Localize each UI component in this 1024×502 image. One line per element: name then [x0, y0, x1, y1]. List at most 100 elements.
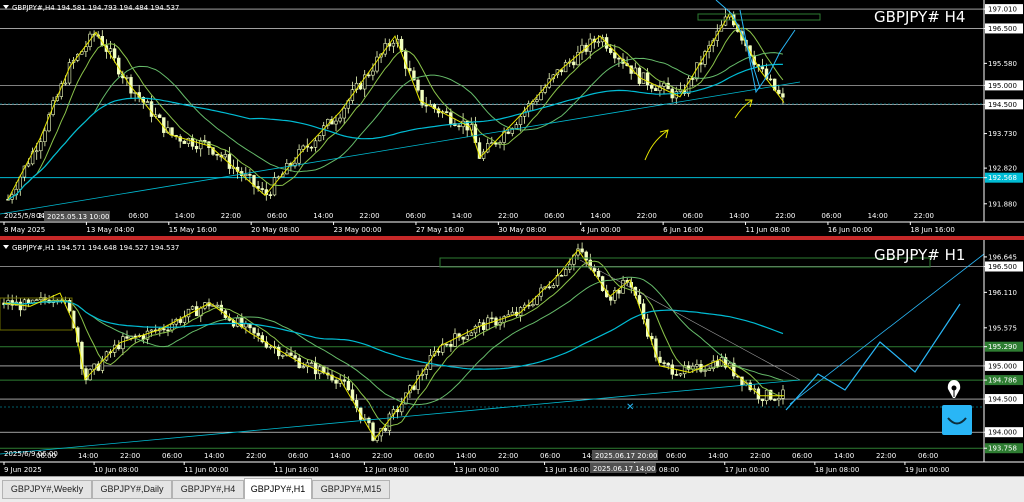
- price-axis-label: 195.000: [988, 82, 1017, 90]
- candle-body: [654, 88, 658, 92]
- ma-mid-line: [3, 276, 784, 406]
- price-axis-label: 196.645: [988, 253, 1017, 261]
- time-axis-label: 23 May 00:00: [334, 226, 382, 234]
- h1-drawings: ✕: [0, 253, 985, 455]
- h1-trend-line: [0, 379, 801, 455]
- h1-projection-path: [785, 303, 961, 411]
- candle-body: [178, 319, 182, 323]
- candle-body: [506, 131, 510, 134]
- h1-big-title: GBPJPY# H1: [874, 246, 965, 264]
- candle-body: [637, 295, 642, 305]
- h4-collapse-icon[interactable]: [3, 5, 9, 9]
- price-axis-label: 193.758: [988, 445, 1017, 453]
- candle-body: [125, 336, 129, 339]
- candle-body: [18, 176, 22, 190]
- chart-h4-canvas[interactable]: 04:0022:0006:0014:0022:0006:0014:0022:00…: [0, 0, 1024, 236]
- price-axis-label: 195.000: [988, 362, 1017, 370]
- price-axis-label: 195.580: [988, 60, 1017, 68]
- candle-body: [445, 343, 449, 346]
- candle-body: [367, 74, 371, 77]
- candle-body: [34, 150, 39, 153]
- time-axis-label: 30 May 08:00: [498, 226, 546, 234]
- candle-body: [645, 72, 650, 86]
- h4-date-marker-left: 2025/5/8 22: [4, 212, 47, 220]
- candle-body: [289, 352, 293, 356]
- candle-body: [678, 373, 683, 376]
- candle-body: [518, 116, 523, 125]
- candle-body: [457, 125, 461, 128]
- candle-body: [703, 370, 707, 372]
- grid-time-label: 22:00: [775, 212, 795, 220]
- candle-body: [670, 364, 675, 375]
- tab-gbpjpy-m15[interactable]: GBPJPY#,M15: [312, 480, 390, 499]
- grid-time-label: 22:00: [221, 212, 241, 220]
- grid-time-label: 06:00: [267, 212, 287, 220]
- price-axis-label: 194.786: [988, 377, 1017, 385]
- tab-gbpjpy-h1[interactable]: GBPJPY#,H1: [244, 478, 312, 499]
- candle-body: [268, 194, 273, 196]
- tab-gbpjpy-h4[interactable]: GBPJPY#,H4: [172, 480, 244, 499]
- grid-time-label: 22:00: [359, 212, 379, 220]
- candle-body: [63, 82, 68, 85]
- grid-time-label: 06:00: [540, 452, 560, 460]
- candle-body: [223, 154, 227, 158]
- candle-body: [30, 299, 35, 303]
- ma-fast-line: [3, 260, 783, 427]
- candle-body: [313, 140, 318, 148]
- time-axis-label: 9 Jun 2025: [4, 466, 42, 474]
- candle-body: [182, 316, 187, 323]
- time-axis-label: 15 May 16:00: [169, 226, 217, 234]
- candle-body: [662, 362, 666, 364]
- grid-time-label: 22:00: [750, 452, 770, 460]
- time-axis-label: 27 May 16:00: [416, 226, 464, 234]
- chart-pane-h4[interactable]: 04:0022:0006:0014:0022:0006:0014:0022:00…: [0, 0, 1024, 236]
- h4-date-marker-box-text: 2025.05.13 10:00: [47, 213, 109, 221]
- ma-slow-line: [3, 300, 784, 370]
- price-axis-label: 194.500: [988, 101, 1017, 109]
- candle-body: [190, 138, 195, 147]
- candle-body: [317, 135, 322, 142]
- candle-body: [444, 111, 449, 113]
- grid-time-label: 14:00: [204, 452, 224, 460]
- chart-pane-h1[interactable]: 06:00 14:00 22:00 06:00 14:00 22:00 06:00 14:00…: [0, 240, 1024, 476]
- grid-time-label: 06:00: [792, 452, 812, 460]
- candle-body: [334, 120, 338, 125]
- time-axis-label: 13 Jun 00:00: [454, 466, 498, 474]
- tab-gbpjpy-daily[interactable]: GBPJPY#,Daily: [92, 480, 172, 499]
- candle-body: [514, 124, 519, 129]
- tab-gbpjpy-weekly[interactable]: GBPJPY#,Weekly: [2, 480, 92, 499]
- candle-body: [449, 343, 453, 347]
- price-axis-label: 197.010: [988, 6, 1017, 14]
- price-axis-label: 193.730: [988, 130, 1017, 138]
- candle-body: [39, 141, 43, 152]
- candle-body: [609, 296, 613, 301]
- h1-collapse-icon[interactable]: [3, 245, 9, 249]
- grid-time-label: 06:00: [162, 452, 182, 460]
- grid-time-label: 14:00: [590, 212, 610, 220]
- h1-cross-marker: ✕: [626, 402, 634, 413]
- h1-date-marker-box-bottom-text: 2025.06.17 14:00: [593, 465, 655, 473]
- grid-time-label: 06:00: [128, 212, 148, 220]
- candle-body: [121, 336, 125, 350]
- grid-time-label: 14:00: [452, 212, 472, 220]
- h4-info-line: GBPJPY#,H4 194.581 194.793 194.484 194.5…: [12, 4, 179, 12]
- candle-body: [166, 329, 170, 332]
- grid-time-label: 06:00: [406, 212, 426, 220]
- candle-body: [346, 381, 351, 391]
- time-axis-label: 13 May 04:00: [86, 226, 134, 234]
- candle-body: [531, 304, 535, 307]
- candle-body: [481, 322, 486, 330]
- grid-time-label: 22:00: [498, 212, 518, 220]
- candle-body: [367, 417, 371, 424]
- price-axis-label: 194.500: [988, 396, 1017, 404]
- chart-h1-canvas[interactable]: 06:00 14:00 22:00 06:00 14:00 22:00 06:00 14:00…: [0, 240, 1024, 476]
- h4-grid: 04:0022:0006:0014:0022:0006:0014:0022:00…: [36, 212, 934, 220]
- grid-time-label: 14:00: [708, 452, 728, 460]
- candle-body: [613, 52, 617, 59]
- candle-body: [777, 89, 781, 94]
- time-axis-label: 11 Jun 08:00: [746, 226, 790, 234]
- candle-body: [416, 79, 420, 91]
- grid-time-label: 14:00: [456, 452, 476, 460]
- candle-body: [469, 332, 474, 336]
- time-axis-label: 6 Jun 16:00: [663, 226, 703, 234]
